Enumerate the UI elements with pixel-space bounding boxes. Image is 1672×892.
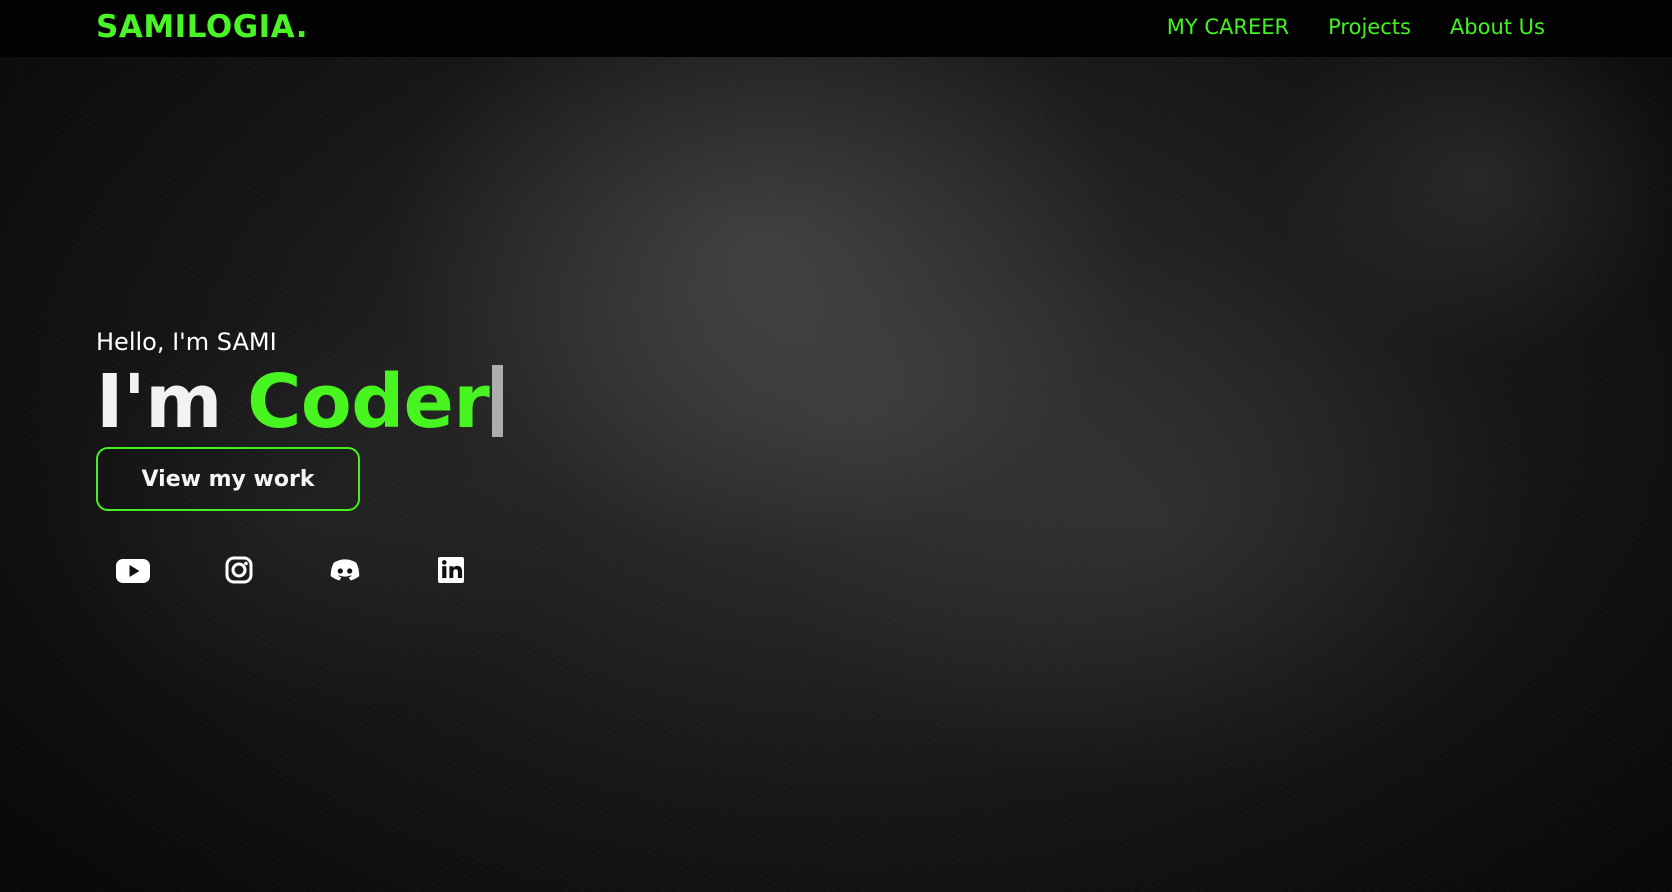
hero-greeting: Hello, I'm SAMI: [96, 328, 277, 356]
nav-link-about-us[interactable]: About Us: [1450, 14, 1545, 40]
linkedin-icon: [438, 557, 464, 583]
youtube-icon: [116, 559, 150, 583]
instagram-link[interactable]: [220, 551, 258, 589]
nav-link-projects[interactable]: Projects: [1328, 14, 1411, 40]
top-navigation-bar: SAMILOGIA. MY CAREER Projects About Us: [0, 0, 1672, 57]
typing-cursor: [492, 365, 504, 437]
typing-role-text: Coder: [247, 359, 490, 445]
headline-prefix: I'm: [96, 359, 222, 445]
discord-link[interactable]: [326, 551, 364, 589]
site-logo[interactable]: SAMILOGIA.: [96, 10, 308, 44]
youtube-link[interactable]: [114, 551, 152, 589]
hero-section: Hello, I'm SAMI I'm Coder View my work: [96, 327, 504, 511]
instagram-icon: [225, 556, 253, 584]
view-my-work-button[interactable]: View my work: [96, 447, 360, 511]
discord-icon: [330, 559, 360, 581]
hero-headline: I'm Coder: [96, 359, 504, 445]
main-navigation: MY CAREER Projects About Us: [1167, 14, 1545, 40]
nav-link-my-career[interactable]: MY CAREER: [1167, 14, 1289, 40]
linkedin-link[interactable]: [432, 551, 470, 589]
portfolio-page: SAMILOGIA. MY CAREER Projects About Us H…: [0, 0, 1672, 892]
social-links: [114, 551, 470, 589]
headline-space: [222, 365, 247, 439]
